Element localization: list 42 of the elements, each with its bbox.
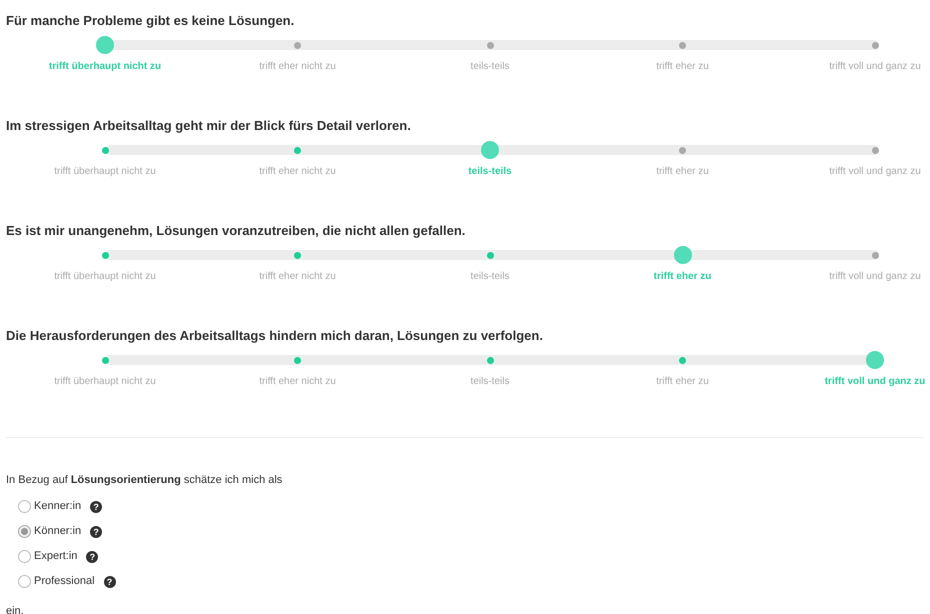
scale-label[interactable]: teils-teils [470,374,510,389]
outro-text: ein. [6,604,24,614]
scale-label[interactable]: trifft überhaupt nicht zu [48,59,162,74]
scale-label[interactable]: trifft eher nicht zu [259,59,336,74]
scale-label[interactable]: trifft eher nicht zu [259,269,336,284]
scale-label[interactable]: teils-teils [470,269,510,284]
slider-thumb[interactable] [866,351,884,369]
scale-label[interactable]: teils-teils [468,164,512,179]
scale-label[interactable]: trifft voll und ganz zu [829,59,921,74]
scale-label[interactable]: trifft überhaupt nicht zu [54,164,156,179]
scale-label[interactable]: trifft voll und ganz zu [829,269,921,284]
radio-button[interactable] [18,550,31,563]
scale-label[interactable]: trifft eher zu [656,59,709,74]
question-text: Die Herausforderungen des Arbeitsalltags hindern mich daran, Lösungen zu verfolgen. [6,328,543,343]
question-text: Es ist mir unangenehm, Lösungen voranzutreiben, die nicht allen gefallen. [6,223,466,238]
scale-label[interactable]: trifft eher zu [656,374,709,389]
scale-label[interactable]: trifft eher nicht zu [259,374,336,389]
question-text: Im stressigen Arbeitsalltag geht mir der Blick fürs Detail verloren. [6,118,411,133]
scale-label[interactable]: trifft überhaupt nicht zu [54,374,156,389]
scale-label[interactable]: trifft voll und ganz zu [829,164,921,179]
scale-label[interactable]: trifft voll und ganz zu [824,374,926,389]
slider-thumb[interactable] [96,36,114,54]
help-icon[interactable]: ? [90,500,102,512]
scale-label[interactable]: trifft überhaupt nicht zu [54,269,156,284]
slider-thumb[interactable] [674,246,692,264]
help-icon[interactable]: ? [90,526,102,538]
scale-label[interactable]: trifft eher zu [656,164,709,179]
help-icon[interactable]: ? [104,576,116,588]
radio-label[interactable]: Professional [34,573,95,590]
radio-label[interactable]: Kenner:in [34,498,82,515]
radio-button[interactable] [18,525,31,538]
radio-label[interactable]: Expert:in [34,548,78,565]
radio-button[interactable] [18,575,31,588]
help-icon[interactable]: ? [86,550,98,562]
radio-button[interactable] [18,500,31,513]
intro-text: In Bezug auf Lösungsorientierung schätze ich mich als [6,473,282,488]
radio-label[interactable]: Könner:in [34,523,82,540]
slider-thumb[interactable] [481,141,499,159]
scale-label[interactable]: trifft eher zu [654,269,712,284]
question-text: Für manche Probleme gibt es keine Lösungen. [6,13,294,28]
scale-label[interactable]: trifft eher nicht zu [259,164,336,179]
scale-label[interactable]: teils-teils [470,59,510,74]
